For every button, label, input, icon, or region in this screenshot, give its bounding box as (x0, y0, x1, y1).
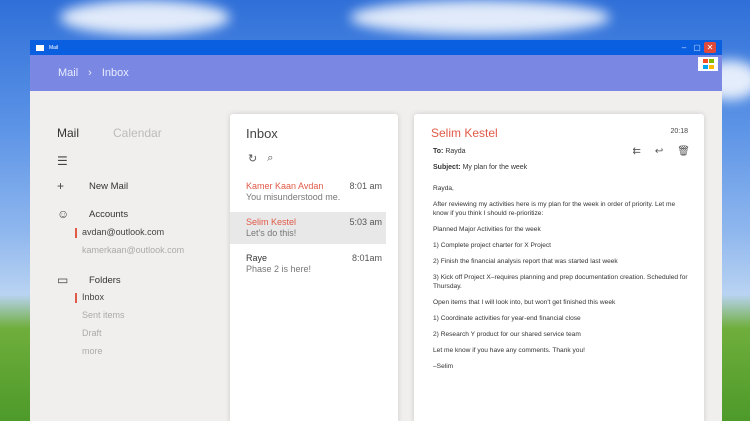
body-paragraph: 1) Coordinate activities for year-end fi… (433, 315, 581, 322)
chevron-right-icon: › (88, 67, 92, 79)
search-icon[interactable]: ⌕ (267, 152, 273, 165)
accounts-section[interactable]: ☺ Accounts (57, 207, 128, 221)
folder-item-sent[interactable]: Sent items (82, 310, 125, 320)
plus-icon: + (57, 179, 65, 193)
hamburger-menu-icon[interactable]: ☰ (57, 154, 68, 168)
to-value: Rayda (445, 148, 466, 155)
body-paragraph: Open items that I will look into, but wo… (433, 299, 616, 306)
folder-item-draft[interactable]: Draft (82, 328, 102, 338)
folder-item-inbox[interactable]: Inbox (74, 292, 104, 303)
message-time: 5:03 am (349, 217, 382, 227)
body-paragraph: 2) Finish the financial analysis report … (433, 258, 618, 265)
message-preview: Let's do this! (246, 228, 297, 238)
email-subject: Subject: My plan for the week (433, 164, 527, 171)
email-sender: Selim Kestel (431, 126, 498, 140)
delete-icon[interactable]: 🗑 (677, 146, 690, 157)
folder-item-more[interactable]: more (82, 346, 103, 356)
email-time: 20:18 (670, 128, 688, 135)
inbox-title: Inbox (246, 126, 278, 141)
body-paragraph: Planned Major Activities for the week (433, 226, 541, 233)
email-to: To: Rayda (433, 148, 466, 155)
message-time: 8:01 am (349, 181, 382, 191)
folders-label: Folders (89, 274, 121, 286)
mail-app-icon (36, 44, 44, 51)
list-item[interactable]: Raye 8:01am Phase 2 is here! (230, 248, 386, 280)
body-paragraph: After reviewing my activities here is my… (433, 201, 676, 217)
breadcrumb: Mail › Inbox (30, 55, 722, 91)
subject-value: My plan for the week (462, 164, 528, 171)
message-sender: Raye (246, 253, 268, 263)
refresh-icon[interactable]: ↻ (248, 152, 257, 165)
body-paragraph: Rayda, (433, 185, 454, 192)
window-title: Mail (49, 44, 59, 51)
account-item-avdan[interactable]: avdan@outlook.com (74, 227, 164, 238)
account-item-kamerkaan[interactable]: kamerkaan@outlook.com (82, 245, 184, 255)
maximize-button[interactable]: ▢ (691, 42, 703, 53)
minimize-button[interactable]: – (678, 42, 690, 53)
body-paragraph: Let me know if you have any comments. Th… (433, 347, 585, 354)
message-sender: Kamer Kaan Avdan (246, 181, 324, 191)
to-label: To: (433, 148, 444, 155)
body-paragraph: 3) Kick off Project X–requires planning … (433, 274, 688, 290)
body-paragraph: 1) Complete project charter for X Projec… (433, 242, 552, 249)
mail-window: Mail – ▢ ✕ Mail › Inbox Mail Calendar ☰ … (30, 40, 722, 421)
sidebar: Mail Calendar ☰ + New Mail ☺ Accounts av… (30, 91, 225, 421)
windows-logo-icon (698, 57, 718, 71)
close-button[interactable]: ✕ (704, 42, 716, 53)
email-body: Rayda, After reviewing my activities her… (433, 184, 691, 378)
new-mail-button[interactable]: + New Mail (57, 179, 128, 193)
reply-all-icon[interactable]: ⇇ (633, 146, 641, 157)
tab-mail[interactable]: Mail (57, 126, 79, 140)
subject-label: Subject: (433, 164, 461, 171)
reply-icon[interactable]: ↩ (655, 146, 663, 157)
message-time: 8:01am (351, 253, 382, 263)
body-paragraph: –Selim (433, 363, 454, 370)
message-sender: Selim Kestel (246, 217, 297, 227)
reading-pane: Selim Kestel 20:18 To: Rayda Subject: My… (414, 114, 704, 421)
list-item[interactable]: Kamer Kaan Avdan 8:01 am You misundersto… (230, 176, 386, 208)
breadcrumb-mail[interactable]: Mail (58, 67, 78, 79)
message-preview: Phase 2 is here! (246, 264, 312, 274)
title-bar: Mail – ▢ ✕ (30, 40, 722, 55)
inbox-panel: Inbox ↻ ⌕ Kamer Kaan Avdan 8:01 am You m… (230, 114, 398, 421)
message-preview: You misunderstood me. (246, 192, 341, 202)
breadcrumb-inbox[interactable]: Inbox (102, 67, 129, 79)
folder-icon: ▭ (57, 273, 69, 287)
new-mail-label: New Mail (89, 180, 129, 192)
folders-section[interactable]: ▭ Folders (57, 273, 121, 287)
tab-calendar[interactable]: Calendar (113, 126, 162, 140)
accounts-label: Accounts (89, 208, 129, 220)
body-paragraph: 2) Research Y product for our shared ser… (433, 331, 581, 338)
list-item[interactable]: Selim Kestel 5:03 am Let's do this! (230, 212, 386, 244)
user-icon: ☺ (57, 207, 70, 221)
